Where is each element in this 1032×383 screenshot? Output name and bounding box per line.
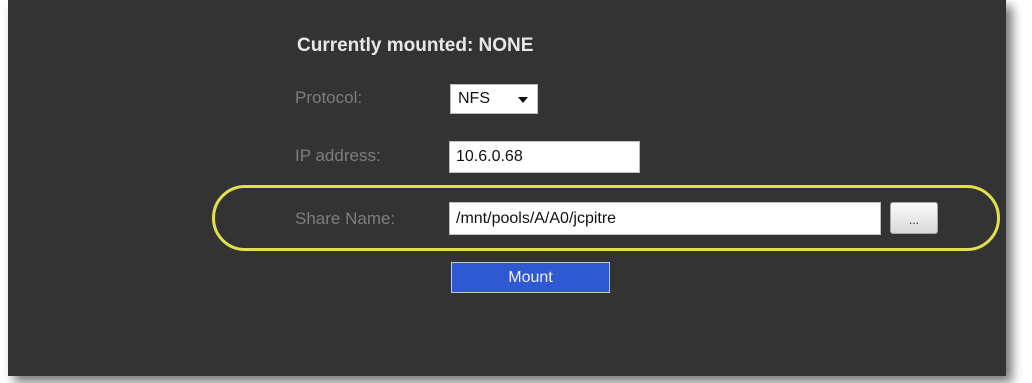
chevron-down-icon [518,97,528,103]
share-name-input[interactable]: /mnt/pools/A/A0/jcpitre [449,202,881,235]
mount-status-heading: Currently mounted: NONE [297,35,534,56]
protocol-value: NFS [458,90,490,107]
share-name-label: Share Name: [295,209,396,228]
browse-button[interactable]: ... [890,202,938,234]
mount-button[interactable]: Mount [451,262,610,293]
protocol-select[interactable]: NFS [450,84,538,114]
protocol-label: Protocol: [295,88,363,107]
ip-address-input[interactable]: 10.6.0.68 [449,141,640,173]
ip-address-label: IP address: [295,146,381,165]
